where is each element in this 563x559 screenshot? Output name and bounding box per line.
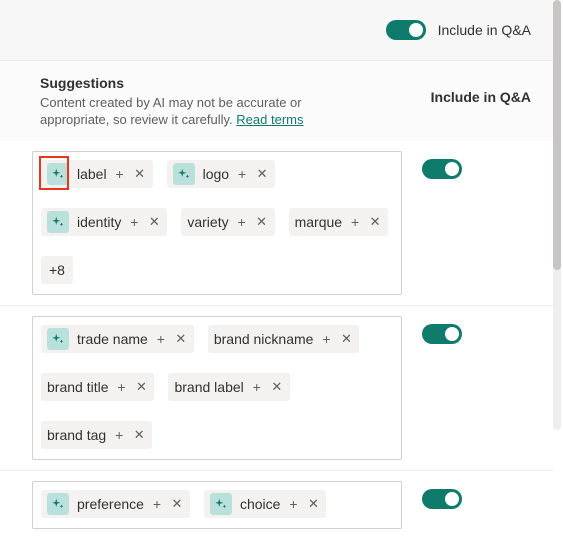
suggestion-chip[interactable]: label + ✕ bbox=[41, 160, 153, 188]
row-toggle-cell bbox=[402, 316, 482, 344]
chip-remove-icon[interactable]: ✕ bbox=[339, 331, 353, 347]
chip-label: brand label bbox=[174, 379, 243, 395]
sparkle-icon bbox=[47, 211, 69, 233]
suggestion-chip[interactable]: brand label + ✕ bbox=[168, 373, 289, 401]
chip-remove-icon[interactable]: ✕ bbox=[368, 214, 382, 230]
chip-remove-icon[interactable]: ✕ bbox=[270, 379, 284, 395]
sparkle-icon bbox=[173, 163, 195, 185]
sparkle-icon bbox=[210, 493, 232, 515]
chip-add-icon[interactable]: + bbox=[113, 166, 127, 182]
include-master-label: Include in Q&A bbox=[438, 22, 531, 38]
include-master-toggle[interactable] bbox=[386, 20, 426, 40]
chip-label: brand nickname bbox=[214, 331, 314, 347]
suggestion-chip[interactable]: brand title + ✕ bbox=[41, 373, 154, 401]
chip-label: brand title bbox=[47, 379, 108, 395]
chip-add-icon[interactable]: + bbox=[235, 214, 249, 230]
chip-remove-icon[interactable]: ✕ bbox=[147, 214, 161, 230]
suggestion-row: trade name + ✕ brand nickname + ✕ brand title +… bbox=[0, 305, 553, 470]
scroll-region: Include in Q&A Suggestions Content creat… bbox=[0, 0, 553, 559]
chip-container[interactable]: trade name + ✕ brand nickname + ✕ brand title +… bbox=[32, 316, 402, 460]
suggestions-title: Suggestions bbox=[40, 75, 370, 91]
suggestion-chip[interactable]: logo + ✕ bbox=[167, 160, 275, 188]
sparkle-icon bbox=[47, 328, 69, 350]
column-header-include: Include in Q&A bbox=[431, 75, 531, 129]
chip-remove-icon[interactable]: ✕ bbox=[132, 427, 146, 443]
row-include-toggle[interactable] bbox=[422, 489, 462, 509]
chip-add-icon[interactable]: + bbox=[150, 496, 164, 512]
chip-overflow-label: +8 bbox=[49, 262, 65, 278]
row-toggle-cell bbox=[402, 481, 482, 509]
suggestion-chip[interactable]: brand tag + ✕ bbox=[41, 421, 152, 449]
row-include-toggle[interactable] bbox=[422, 159, 462, 179]
chip-remove-icon[interactable]: ✕ bbox=[174, 331, 188, 347]
chip-remove-icon[interactable]: ✕ bbox=[255, 166, 269, 182]
chip-remove-icon[interactable]: ✕ bbox=[133, 166, 147, 182]
chip-remove-icon[interactable]: ✕ bbox=[306, 496, 320, 512]
suggestions-header-left: Suggestions Content created by AI may no… bbox=[40, 75, 370, 129]
chip-label: variety bbox=[187, 214, 228, 230]
chip-label: marque bbox=[295, 214, 342, 230]
suggestion-chip[interactable]: variety + ✕ bbox=[181, 208, 274, 236]
chip-label: brand tag bbox=[47, 427, 106, 443]
sparkle-icon bbox=[47, 163, 69, 185]
chip-label: label bbox=[77, 166, 107, 182]
sparkle-icon bbox=[47, 493, 69, 515]
suggestion-rows: label + ✕ logo + ✕ identity + ✕ variety + ✕ marque + ✕… bbox=[0, 141, 553, 539]
suggestion-chip[interactable]: trade name + ✕ bbox=[41, 325, 194, 353]
chip-container[interactable]: label + ✕ logo + ✕ identity + ✕ variety + ✕ marque + ✕… bbox=[32, 151, 402, 295]
suggestion-chip[interactable]: choice + ✕ bbox=[204, 490, 326, 518]
chip-label: identity bbox=[77, 214, 121, 230]
suggestions-desc: Content created by AI may not be accurat… bbox=[40, 95, 370, 129]
read-terms-link[interactable]: Read terms bbox=[236, 112, 303, 127]
chip-remove-icon[interactable]: ✕ bbox=[134, 379, 148, 395]
scrollbar-thumb[interactable] bbox=[553, 0, 561, 270]
chip-label: trade name bbox=[77, 331, 148, 347]
chip-add-icon[interactable]: + bbox=[286, 496, 300, 512]
suggestion-chip[interactable]: brand nickname + ✕ bbox=[208, 325, 360, 353]
chip-add-icon[interactable]: + bbox=[154, 331, 168, 347]
suggestion-chip[interactable]: marque + ✕ bbox=[289, 208, 388, 236]
chip-label: logo bbox=[203, 166, 229, 182]
chip-remove-icon[interactable]: ✕ bbox=[255, 214, 269, 230]
suggestions-header: Suggestions Content created by AI may no… bbox=[0, 60, 553, 141]
suggestion-chip[interactable]: identity + ✕ bbox=[41, 208, 167, 236]
chip-add-icon[interactable]: + bbox=[250, 379, 264, 395]
chip-add-icon[interactable]: + bbox=[319, 331, 333, 347]
row-toggle-cell bbox=[402, 151, 482, 179]
chip-remove-icon[interactable]: ✕ bbox=[170, 496, 184, 512]
chip-add-icon[interactable]: + bbox=[114, 379, 128, 395]
chip-container[interactable]: preference + ✕ choice + ✕ bbox=[32, 481, 402, 529]
suggestion-row: preference + ✕ choice + ✕ bbox=[0, 470, 553, 539]
chip-add-icon[interactable]: + bbox=[348, 214, 362, 230]
chip-add-icon[interactable]: + bbox=[235, 166, 249, 182]
chip-add-icon[interactable]: + bbox=[127, 214, 141, 230]
chip-overflow[interactable]: +8 bbox=[41, 256, 73, 284]
suggestion-chip[interactable]: preference + ✕ bbox=[41, 490, 190, 518]
chip-add-icon[interactable]: + bbox=[112, 427, 126, 443]
top-bar: Include in Q&A bbox=[0, 0, 553, 60]
row-include-toggle[interactable] bbox=[422, 324, 462, 344]
chip-label: choice bbox=[240, 496, 280, 512]
chip-label: preference bbox=[77, 496, 144, 512]
suggestion-row: label + ✕ logo + ✕ identity + ✕ variety + ✕ marque + ✕… bbox=[0, 141, 553, 305]
include-master-control: Include in Q&A bbox=[386, 20, 531, 40]
